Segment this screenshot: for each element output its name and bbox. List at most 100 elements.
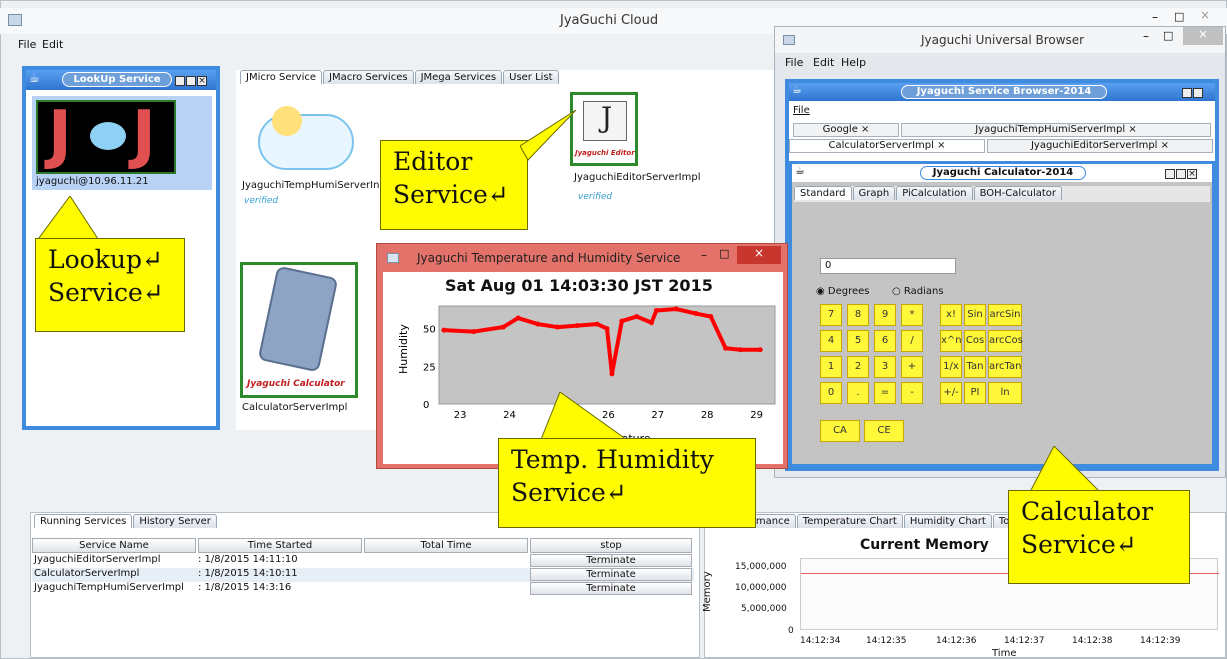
tab-boh-calculator[interactable]: BOH-Calculator	[973, 186, 1063, 200]
tab-jmega[interactable]: JMega Services	[414, 70, 503, 84]
key-arccos[interactable]: arcCos	[988, 330, 1023, 352]
calculator-service-icon[interactable]: Jyaguchi Calculator	[240, 262, 358, 398]
table-row[interactable]: JyaguchiEditorServerImpl : 1/8/2015 14:1…	[32, 554, 694, 568]
tab-humidity-chart[interactable]: Humidity Chart	[903, 514, 992, 528]
lookup-host-tile[interactable]: J J jyaguchi@10.96.11.21	[32, 96, 212, 190]
key-7[interactable]: 7	[820, 304, 842, 326]
key-ln[interactable]: ln	[988, 382, 1022, 404]
service-browser-title: Jyaguchi Service Browser-2014	[901, 85, 1107, 99]
y-axis-label: Humidity	[397, 324, 410, 374]
calculator-display[interactable]: 0	[820, 258, 956, 274]
window-controls[interactable]: ×	[174, 74, 207, 87]
close-tab-icon[interactable]: ×	[1128, 124, 1136, 135]
key-arcsin[interactable]: arcSin	[988, 304, 1022, 326]
key-1[interactable]: 1	[820, 356, 842, 378]
tab-temphumi[interactable]: JyaguchiTempHumiServerImpl ×	[901, 123, 1211, 137]
window-controls[interactable]	[1181, 86, 1203, 99]
close-tab-icon[interactable]: ×	[937, 140, 945, 151]
browser-menu-help[interactable]: Help	[841, 56, 866, 69]
close-tab-icon[interactable]: ×	[861, 124, 869, 135]
x-tick-label: 23	[454, 410, 467, 421]
key-6[interactable]: 6	[874, 330, 896, 352]
key-tan[interactable]: Tan	[964, 356, 986, 378]
key-divide[interactable]: /	[901, 330, 923, 352]
tab-calculator-server[interactable]: CalculatorServerImpl ×	[789, 139, 985, 153]
maximize-icon[interactable]: □	[719, 247, 729, 260]
close-icon[interactable]: ×	[737, 246, 781, 264]
key-sin[interactable]: Sin	[964, 304, 986, 326]
key-factorial[interactable]: x!	[940, 304, 962, 326]
browser-title: Jyaguchi Universal Browser	[921, 33, 1085, 47]
tab-jmacro[interactable]: JMacro Services	[323, 70, 414, 84]
minimize-icon[interactable]: –	[701, 248, 707, 262]
table-header: Service Name Time Started Total Time sto…	[32, 538, 694, 554]
key-9[interactable]: 9	[874, 304, 896, 326]
column-header[interactable]: stop	[530, 538, 692, 553]
column-header[interactable]: Service Name	[32, 538, 196, 553]
tab-temperature-chart[interactable]: Temperature Chart	[796, 514, 903, 528]
column-header[interactable]: Time Started	[198, 538, 362, 553]
tab-standard[interactable]: Standard	[794, 186, 852, 200]
browser-menubar: File Edit Help	[775, 53, 1225, 71]
terminate-button[interactable]: Terminate	[530, 582, 692, 595]
temp-humi-title: Jyaguchi Temperature and Humidity Servic…	[417, 251, 681, 265]
key-8[interactable]: 8	[847, 304, 869, 326]
key-power[interactable]: x^n	[940, 330, 962, 352]
terminate-button[interactable]: Terminate	[530, 554, 692, 567]
memory-ytick: 5,000,000	[741, 604, 787, 614]
close-tab-icon[interactable]: ×	[1161, 140, 1169, 151]
close-icon[interactable]: ×	[1183, 27, 1223, 45]
key-ca[interactable]: CA	[820, 420, 860, 442]
menu-edit[interactable]: Edit	[42, 38, 63, 51]
key-plus[interactable]: +	[901, 356, 923, 378]
key-arctan[interactable]: arcTan	[988, 356, 1022, 378]
tab-graph[interactable]: Graph	[852, 186, 896, 200]
temp-humi-service-icon[interactable]	[242, 96, 364, 176]
window-controls[interactable]: ×	[1164, 167, 1197, 180]
tab-user-list[interactable]: User List	[503, 70, 559, 84]
key-equals[interactable]: =	[874, 382, 896, 404]
key-2[interactable]: 2	[847, 356, 869, 378]
coffee-icon: ☕	[795, 164, 805, 177]
y-tick-label: 0	[423, 400, 429, 411]
table-row[interactable]: CalculatorServerImpl : 1/8/2015 14:10:11…	[32, 568, 694, 582]
humidity-point	[723, 345, 729, 351]
key-0[interactable]: 0	[820, 382, 842, 404]
key-dot[interactable]: .	[847, 382, 869, 404]
key-5[interactable]: 5	[847, 330, 869, 352]
tab-jmicro[interactable]: JMicro Service	[240, 70, 322, 84]
radio-degrees[interactable]: ◉ Degrees	[816, 286, 870, 297]
key-3[interactable]: 3	[874, 356, 896, 378]
editor-service-label: JyaguchiEditorServerImpl	[574, 172, 701, 183]
tab-editor-server[interactable]: JyaguchiEditorServerImpl ×	[987, 139, 1213, 153]
key-negate[interactable]: +/-	[940, 382, 962, 404]
close-icon[interactable]: ×	[1200, 8, 1210, 22]
key-multiply[interactable]: *	[901, 304, 923, 326]
tab-google[interactable]: Google ×	[793, 123, 899, 137]
menu-file[interactable]: File	[18, 38, 36, 51]
table-row[interactable]: JyaguchiTempHumiServerImpl : 1/8/2015 14…	[32, 582, 694, 596]
tab-picalculation[interactable]: PiCalculation	[896, 186, 973, 200]
editor-service-icon[interactable]: J Jyaguchi Editor	[570, 92, 638, 166]
humidity-point	[757, 347, 763, 353]
service-browser-menu-file[interactable]: File	[793, 105, 810, 116]
key-pi[interactable]: PI	[964, 382, 986, 404]
column-header[interactable]: Total Time	[364, 538, 528, 553]
radio-radians[interactable]: ○ Radians	[892, 286, 944, 297]
browser-menu-file[interactable]: File	[785, 56, 803, 69]
calculator-fn-keypad: x! Sin arcSin x^n Cos arcCos 1/x Tan arc…	[940, 304, 1040, 414]
minimize-icon[interactable]: –	[1143, 29, 1149, 43]
maximize-icon[interactable]: □	[1174, 10, 1184, 23]
service-browser-titlebar: ☕ Jyaguchi Service Browser-2014	[789, 83, 1215, 101]
tab-running-services[interactable]: Running Services	[34, 514, 133, 528]
tab-history-server[interactable]: History Server	[133, 514, 217, 528]
minimize-icon[interactable]: –	[1152, 10, 1158, 24]
key-ce[interactable]: CE	[864, 420, 904, 442]
terminate-button[interactable]: Terminate	[530, 568, 692, 581]
key-cos[interactable]: Cos	[964, 330, 986, 352]
maximize-icon[interactable]: □	[1163, 29, 1173, 42]
key-minus[interactable]: -	[901, 382, 923, 404]
key-4[interactable]: 4	[820, 330, 842, 352]
key-reciprocal[interactable]: 1/x	[940, 356, 962, 378]
browser-menu-edit[interactable]: Edit	[813, 56, 834, 69]
